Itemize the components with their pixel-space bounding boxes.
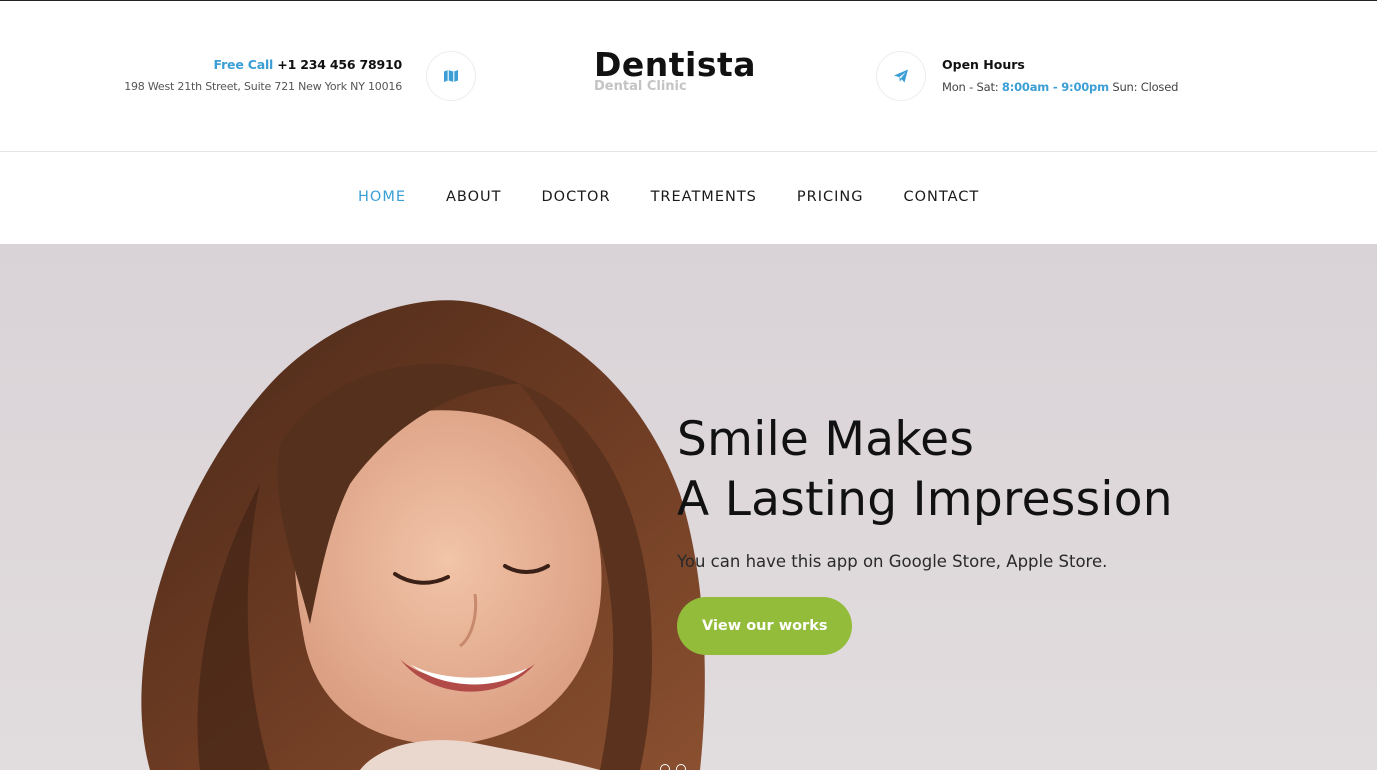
phone-number-link[interactable]: +1 234 456 78910 [277, 57, 402, 72]
hero-section: Smile Makes A Lasting Impression You can… [0, 244, 1377, 770]
free-call-label: Free Call [213, 57, 274, 72]
hero-title-line1: Smile Makes [677, 412, 975, 467]
map-icon [444, 70, 458, 82]
email-button[interactable] [876, 51, 926, 101]
nav-menu: HOME ABOUT DOCTOR TREATMENTS PRICING CON… [358, 189, 979, 205]
nav-doctor[interactable]: DOCTOR [542, 189, 611, 205]
slider-dot[interactable] [676, 764, 686, 770]
hero-photo [141, 300, 705, 770]
hours-sunday: Sun: Closed [1112, 80, 1179, 94]
open-hours: Open Hours Mon - Sat: 8:00am - 9:00pm Su… [942, 57, 1178, 94]
nav-pricing[interactable]: PRICING [797, 189, 864, 205]
hours-weekday-label: Mon - Sat: [942, 80, 999, 94]
site-header: Free Call +1 234 456 78910 198 West 21th… [0, 1, 1377, 152]
open-hours-title: Open Hours [942, 57, 1025, 72]
nav-treatments[interactable]: TREATMENTS [651, 189, 757, 205]
paper-plane-icon [894, 69, 908, 83]
nav-contact[interactable]: CONTACT [903, 189, 979, 205]
view-our-works-button[interactable]: View our works [677, 597, 853, 655]
address-text: 198 West 21th Street, Suite 721 New York… [124, 80, 402, 93]
hero-subtitle: You can have this app on Google Store, A… [677, 552, 1108, 571]
hours-time: 8:00am - 9:00pm [1001, 80, 1109, 94]
nav-about[interactable]: ABOUT [446, 189, 502, 205]
site-logo[interactable]: Dentista Dental Clinic [594, 45, 756, 94]
hero-content: Smile Makes A Lasting Impression You can… [677, 410, 1173, 655]
map-button[interactable] [426, 51, 476, 101]
nav-home[interactable]: HOME [358, 189, 406, 205]
main-nav: HOME ABOUT DOCTOR TREATMENTS PRICING CON… [0, 153, 1377, 244]
contact-info: Free Call +1 234 456 78910 198 West 21th… [124, 57, 402, 93]
hero-title-line2: A Lasting Impression [677, 472, 1173, 527]
slider-dots [660, 764, 686, 770]
slider-dot[interactable] [660, 764, 670, 770]
